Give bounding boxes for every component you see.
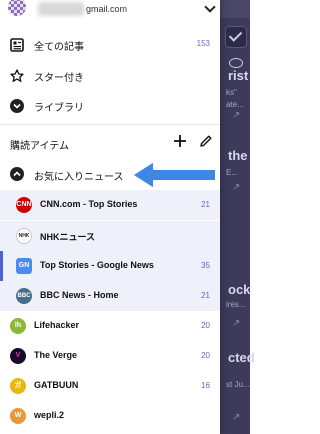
feed-item[interactable]: BBC BBC News - Home 21 <box>0 281 220 311</box>
bg-snippet: ks" <box>226 88 237 97</box>
account-header[interactable]: gmail.com <box>8 0 220 20</box>
mark-read-checkbox-icon[interactable] <box>225 26 247 48</box>
gatbuun-icon: ガ <box>10 378 26 394</box>
nav-label: ライブラリ <box>34 103 84 114</box>
status-bar <box>220 0 250 18</box>
unread-count: 21 <box>201 200 210 209</box>
google-news-icon: GN <box>16 258 32 274</box>
eye-icon[interactable] <box>229 58 243 68</box>
trend-icon: ↗ <box>232 412 241 423</box>
unread-count: 20 <box>201 351 210 360</box>
bg-title: rist <box>228 68 249 83</box>
nav-library[interactable]: ライブラリ <box>0 92 220 120</box>
trend-icon: ↗ <box>232 318 241 329</box>
nav-starred[interactable]: スター付き <box>0 62 220 90</box>
unread-count: 16 <box>201 381 210 390</box>
add-icon[interactable] <box>172 133 188 149</box>
feed-label: CNN.com - Top Stories <box>40 199 138 209</box>
annotation-arrow-icon <box>131 160 217 190</box>
section-title: 購読アイテム <box>10 141 69 152</box>
selected-indicator <box>0 251 3 281</box>
chevron-up-icon[interactable] <box>10 167 24 181</box>
chevron-down-icon <box>10 99 24 113</box>
feed-label: GATBUUN <box>34 380 79 390</box>
unread-count: 35 <box>201 261 210 270</box>
nav-all-articles[interactable]: 全ての記事 153 <box>0 31 220 59</box>
feed-label: Lifehacker <box>34 320 80 330</box>
verge-icon: V <box>10 348 26 364</box>
feed-label: NHKニュース <box>40 232 96 242</box>
folder-label: お気に入りニュース <box>34 172 124 183</box>
nav-label: 全ての記事 <box>34 42 84 53</box>
feed-item-selected[interactable]: GN Top Stories - Google News 35 <box>0 251 220 281</box>
feed-label: The Verge <box>34 350 78 360</box>
feed-item[interactable]: NHK NHKニュース <box>0 221 220 251</box>
bg-title: cted <box>228 350 255 365</box>
unread-count: 153 <box>196 39 210 48</box>
wepli-icon: W <box>10 408 26 424</box>
account-email: gmail.com <box>86 4 128 14</box>
feed-item[interactable]: CNN CNN.com - Top Stories 21 <box>0 190 220 220</box>
avatar <box>8 0 26 16</box>
lifehacker-icon: lh <box>10 318 26 334</box>
feed-label: wepli.2 <box>34 410 65 420</box>
bg-snippet: ate... <box>226 100 244 109</box>
chevron-down-icon[interactable] <box>204 1 216 13</box>
email-redacted <box>38 2 84 16</box>
feed-label: Top Stories - Google News <box>40 260 154 270</box>
nav-label: スター付き <box>34 73 84 84</box>
articles-icon <box>10 38 24 52</box>
cnn-icon: CNN <box>16 197 32 213</box>
trend-icon: ↗ <box>232 182 241 193</box>
nhk-icon: NHK <box>16 228 32 244</box>
bg-snippet: st Ju... <box>226 380 250 389</box>
bg-snippet: E... <box>226 168 239 177</box>
unread-count: 21 <box>201 291 210 300</box>
bg-title: ock <box>228 282 251 297</box>
divider <box>0 124 220 125</box>
unread-count: 20 <box>201 321 210 330</box>
star-icon <box>10 69 24 82</box>
feed-item[interactable]: V The Verge 20 <box>0 341 220 371</box>
feed-item[interactable]: ガ GATBUUN 16 <box>0 371 220 401</box>
bg-snippet: ires... <box>226 300 246 309</box>
navigation-drawer: gmail.com 全ての記事 153 スター付き ライブラリ 購読アイテム お… <box>0 0 220 434</box>
feed-label: BBC News - Home <box>40 290 119 300</box>
bg-title: the <box>228 148 248 163</box>
feed-item[interactable]: W wepli.2 <box>0 401 220 431</box>
edit-icon[interactable] <box>199 134 213 148</box>
trend-icon: ↗ <box>232 110 241 121</box>
bbc-icon: BBC <box>16 288 32 304</box>
feed-item[interactable]: lh Lifehacker 20 <box>0 311 220 341</box>
